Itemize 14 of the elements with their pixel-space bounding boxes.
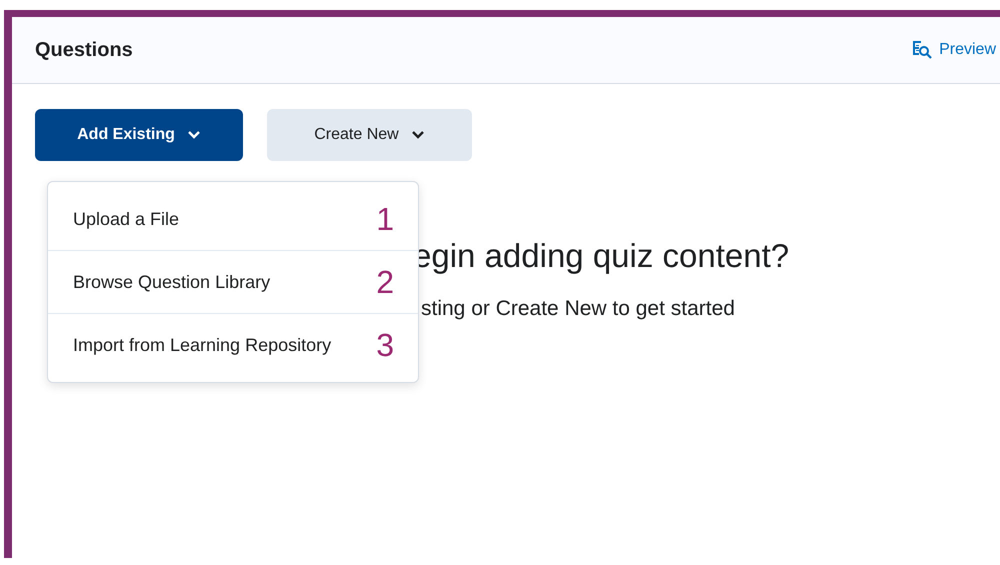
empty-hint: sting or Create New to get started [421,297,736,321]
dropdown-button[interactable]: Add Existing [35,109,243,161]
step-number: 1 [376,200,394,238]
step-number: 3 [376,326,394,364]
preview-icon [911,39,934,61]
menu-item[interactable]: Browse Question Library 2 [48,251,418,314]
preview-link[interactable]: Preview [911,39,996,61]
caret-icon [186,130,201,140]
menu-item[interactable]: Upload a File 1 [48,188,418,251]
caret-icon [410,130,425,140]
page-title: Questions [35,38,133,62]
step-number: 2 [376,264,394,300]
menu-item[interactable]: Import from Learning Repository 3 [48,314,418,376]
dropdown-button[interactable]: Create New [267,109,472,161]
